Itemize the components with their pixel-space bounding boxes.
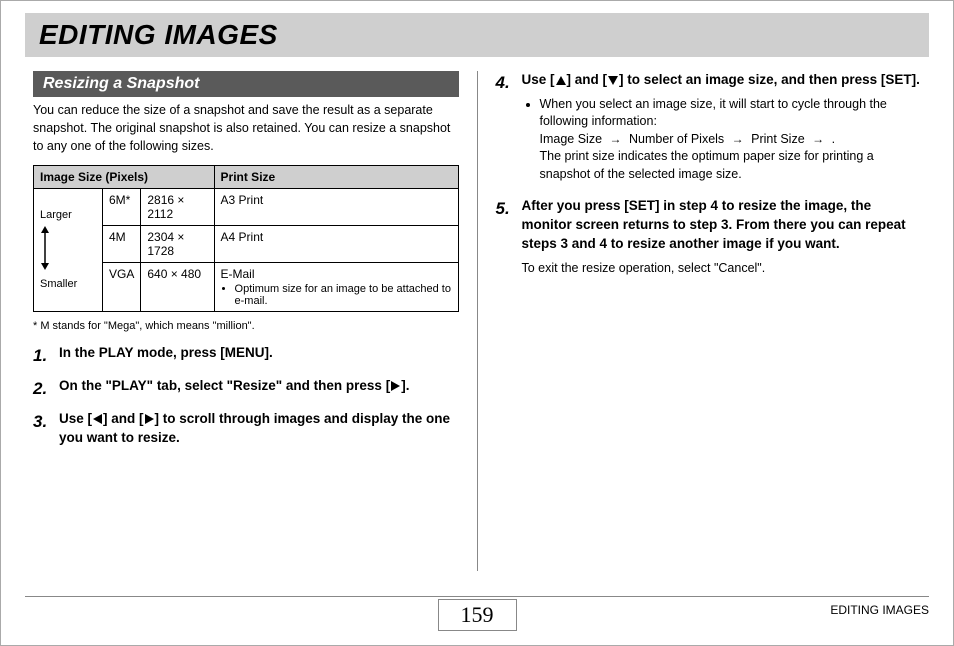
step-4-detail: When you select an image size, it will s… [540,96,922,184]
table-cell: 2304 × 1728 [141,226,214,263]
table-footnote: * M stands for "Mega", which means "mill… [33,320,459,332]
intro-text: You can reduce the size of a snapshot an… [33,101,459,155]
table-header-image-size: Image Size (Pixels) [34,166,215,189]
page-title: EDITING IMAGES [39,19,915,51]
step-text: After you press [SET] in step 4 to resiz… [522,198,906,251]
step-text: Use [] and [] to select an image size, a… [522,72,920,87]
table-cell: A4 Print [214,226,458,263]
steps-list-left: In the PLAY mode, press [MENU]. On the "… [33,344,459,448]
triangle-right-icon [391,381,400,391]
column-right: Use [] and [] to select an image size, a… [478,71,930,571]
size-table: Image Size (Pixels) Print Size Larger [33,165,459,312]
arrow-right-icon: → [732,131,744,148]
table-cell-note: Optimum size for an image to be attached… [235,283,452,307]
scale-cell: Larger Smaller [34,189,103,312]
triangle-down-icon [608,76,618,85]
step-text: Use [] and [] to scroll through images a… [59,411,450,445]
table-cell: 2816 × 2112 [141,189,214,226]
step-5: After you press [SET] in step 4 to resiz… [496,197,922,277]
footer: 159 EDITING IMAGES [25,596,929,635]
step-5-sub: To exit the resize operation, select "Ca… [522,260,922,278]
double-arrow-icon [40,226,50,274]
scale-label-larger: Larger [40,209,96,222]
scale-label-smaller: Smaller [40,278,96,291]
triangle-right-icon [145,414,154,424]
columns: Resizing a Snapshot You can reduce the s… [25,71,929,571]
title-bar: EDITING IMAGES [25,13,929,57]
footer-section-label: EDITING IMAGES [830,603,929,617]
table-cell: E-Mail Optimum size for an image to be a… [214,263,458,312]
table-header-print-size: Print Size [214,166,458,189]
section-heading: Resizing a Snapshot [33,71,459,97]
triangle-left-icon [93,414,102,424]
table-cell: A3 Print [214,189,458,226]
table-cell: 640 × 480 [141,263,214,312]
step-4: Use [] and [] to select an image size, a… [496,71,922,183]
page-number: 159 [438,599,517,631]
step-text: In the PLAY mode, press [MENU]. [59,345,273,360]
flow-c: Print Size [751,132,805,146]
step-2: On the "PLAY" tab, select "Resize" and t… [33,377,459,396]
arrow-right-icon: → [812,131,824,148]
step-3: Use [] and [] to scroll through images a… [33,410,459,448]
step-text: On the "PLAY" tab, select "Resize" and t… [59,378,409,393]
flow-b: Number of Pixels [629,132,724,146]
page: EDITING IMAGES Resizing a Snapshot You c… [0,0,954,646]
table-cell: 4M [103,226,141,263]
table-row: Larger Smaller 6M* 2816 × 21 [34,189,459,226]
steps-list-right: Use [] and [] to select an image size, a… [496,71,922,278]
flow-a: Image Size [540,132,603,146]
arrow-right-icon: → [610,131,622,148]
table-cell: 6M* [103,189,141,226]
triangle-up-icon [556,76,566,85]
table-cell-text: E-Mail [221,267,255,281]
step-1: In the PLAY mode, press [MENU]. [33,344,459,363]
table-cell: VGA [103,263,141,312]
column-left: Resizing a Snapshot You can reduce the s… [25,71,478,571]
